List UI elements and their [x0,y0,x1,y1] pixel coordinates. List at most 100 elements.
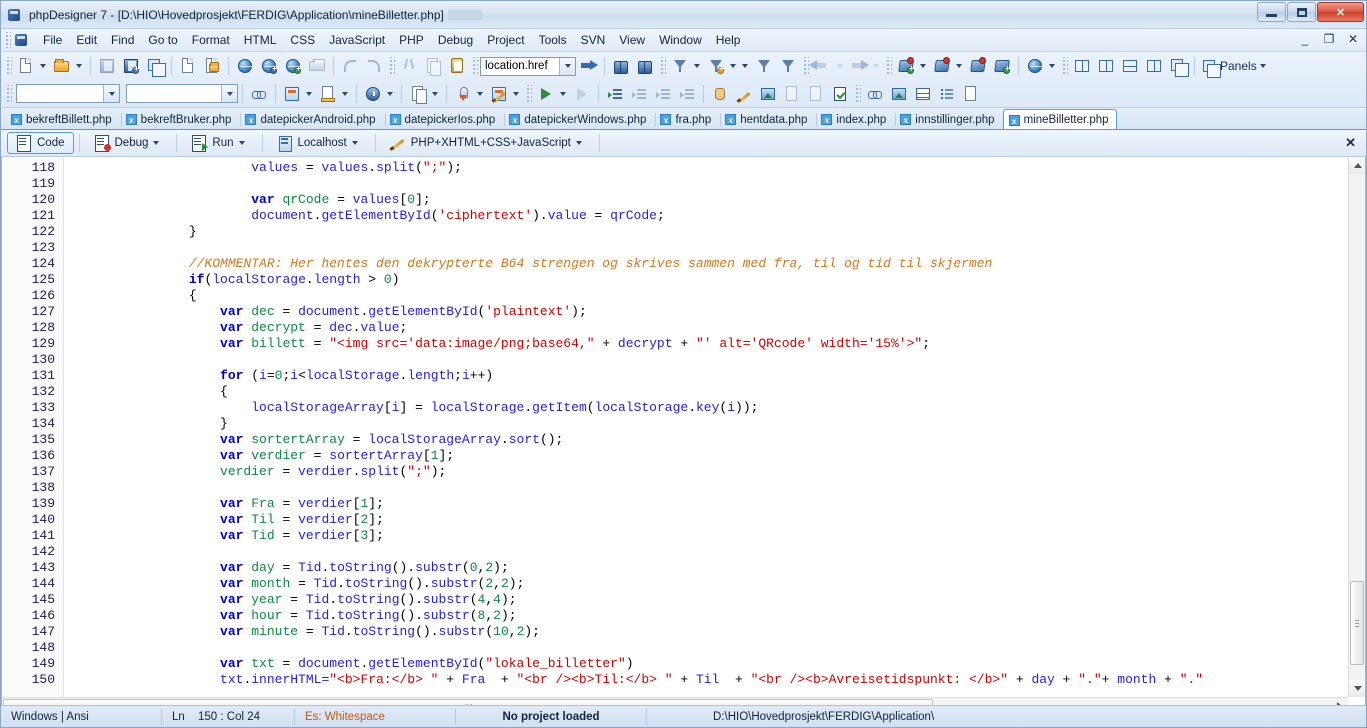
toolbar-grip-5[interactable] [802,57,809,75]
run-button[interactable]: Run [182,132,256,154]
vertical-scroll-thumb[interactable] [1350,581,1364,665]
menu-item-goto[interactable]: Go to [141,31,184,49]
validate-icon[interactable] [828,82,852,106]
image-preview-icon[interactable] [756,82,780,106]
file-tab-datepickerios[interactable]: x datepickerIos.php [384,109,504,129]
close-icon[interactable]: x [725,114,737,125]
close-all-icon[interactable] [200,54,224,78]
find-bookmark-dropdown[interactable] [954,54,966,78]
file-tab-innstillinger[interactable]: x innstillinger.php [894,109,1002,129]
filter-icon[interactable] [668,54,692,78]
code-line[interactable]: var day = Tid.toString().substr(0,2); [64,560,1365,576]
run-script-icon[interactable] [534,82,558,106]
cascade-icon[interactable] [1166,54,1190,78]
go-icon[interactable] [576,54,600,78]
code-line[interactable]: var sortertArray = localStorageArray.sor… [64,432,1365,448]
menu-item-edit[interactable]: Edit [69,31,104,49]
code-line[interactable]: if(localStorage.length > 0) [64,272,1365,288]
code-line[interactable]: } [64,224,1365,240]
save-as-icon[interactable] [119,54,143,78]
code-line[interactable] [64,480,1365,496]
find-next-icon[interactable] [633,54,657,78]
wizard-icon[interactable] [487,82,511,106]
code-content[interactable]: values = values.split(";"); var qrCode =… [64,157,1365,713]
close-icon[interactable]: x [125,114,137,125]
file-tab-bekreftbillett[interactable]: x bekreftBillett.php [5,109,120,129]
css-ruler-icon[interactable] [316,82,340,106]
toolbar-grip-2[interactable] [388,57,395,75]
unindent-icon[interactable] [627,82,651,106]
address-combo[interactable]: location.href [480,56,576,76]
scroll-down-icon[interactable] [1349,680,1365,697]
insert-div-icon[interactable] [959,82,983,106]
save-icon[interactable] [95,54,119,78]
vertical-scrollbar[interactable] [1348,157,1365,697]
menu-item-html[interactable]: HTML [237,31,284,49]
close-icon[interactable]: x [900,114,912,125]
menu-item-tools[interactable]: Tools [532,31,574,49]
code-line[interactable]: var dec = document.getElementById('plain… [64,304,1365,320]
code-line[interactable]: var Til = verdier[2]; [64,512,1365,528]
rocket-icon[interactable] [451,82,475,106]
filter-extra-dropdown[interactable] [740,54,752,78]
forward-icon[interactable] [847,54,871,78]
close-icon[interactable]: x [509,114,521,125]
code-line[interactable]: var year = Tid.toString().substr(4,4); [64,592,1365,608]
find-icon[interactable] [609,54,633,78]
code-line[interactable]: var hour = Tid.toString().substr(8,2); [64,608,1365,624]
comment-icon[interactable] [651,82,675,106]
uncomment-icon[interactable] [675,82,699,106]
copy-icon[interactable] [421,54,445,78]
file-tab-bekreftbruker[interactable]: x bekreftBruker.php [120,109,240,129]
code-line[interactable] [64,352,1365,368]
filter-next-icon[interactable] [776,54,800,78]
open-file-dropdown[interactable] [74,54,86,78]
browser-preview-dropdown[interactable] [1047,54,1059,78]
code-line[interactable]: values = values.split(";"); [64,160,1365,176]
back-dropdown[interactable] [835,54,847,78]
timer-icon[interactable] [361,82,385,106]
add-bookmark-icon[interactable] [894,54,918,78]
cut-icon[interactable] [397,54,421,78]
close-icon[interactable]: x [660,114,672,125]
export-icon[interactable] [780,82,804,106]
minimize-button[interactable] [1257,2,1286,22]
toolbar2-grip-1[interactable] [5,84,12,103]
close-icon[interactable]: x [245,114,257,125]
code-line[interactable]: //KOMMENTAR: Her hentes den dekrypterte … [64,256,1365,272]
mdi-minimize-button[interactable]: _ [1298,31,1312,47]
clear-bookmark-icon[interactable] [966,54,990,78]
menu-grip[interactable] [5,32,11,48]
undo-icon[interactable] [338,54,362,78]
preview-browser-icon[interactable] [233,54,257,78]
new-file-dropdown[interactable] [38,54,50,78]
preview-save-icon[interactable] [257,54,281,78]
code-line[interactable] [64,640,1365,656]
code-line[interactable]: var minute = Tid.toString().substr(10,2)… [64,624,1365,640]
scroll-up-icon[interactable] [1349,157,1365,174]
menu-item-window[interactable]: Window [652,31,709,49]
code-line[interactable]: { [64,288,1365,304]
code-line[interactable]: { [64,384,1365,400]
code-line[interactable]: var verdier = sortertArray[1]; [64,448,1365,464]
localhost-button[interactable]: Localhost [268,132,370,154]
menu-item-svn[interactable]: SVN [574,31,613,49]
file-tab-datepickerandroid[interactable]: x datepickerAndroid.php [239,109,383,129]
toolbar-grip-6[interactable] [885,57,892,75]
print-icon[interactable] [305,54,329,78]
menu-item-file[interactable]: File [36,31,69,49]
snippet-icon[interactable] [406,82,430,106]
toolbar-grip-3[interactable] [471,57,478,75]
close-editor-button[interactable]: ✕ [1345,135,1356,151]
code-line[interactable]: verdier = verdier.split(";"); [64,464,1365,480]
insert-image-icon[interactable] [887,82,911,106]
insert-table-icon[interactable] [911,82,935,106]
code-line[interactable]: txt.innerHTML="<b>Fra:</b> " + Fra + "<b… [64,672,1365,688]
code-line[interactable]: for (i=0;i<localStorage.length;i++) [64,368,1365,384]
class-combo[interactable] [16,84,120,103]
code-line[interactable]: localStorageArray[i] = localStorage.getI… [64,400,1365,416]
toolbar2-grip-3[interactable] [854,84,861,103]
dock-left-icon[interactable] [1070,54,1094,78]
file-tab-index[interactable]: x index.php [815,109,894,129]
open-file-icon[interactable] [50,54,74,78]
